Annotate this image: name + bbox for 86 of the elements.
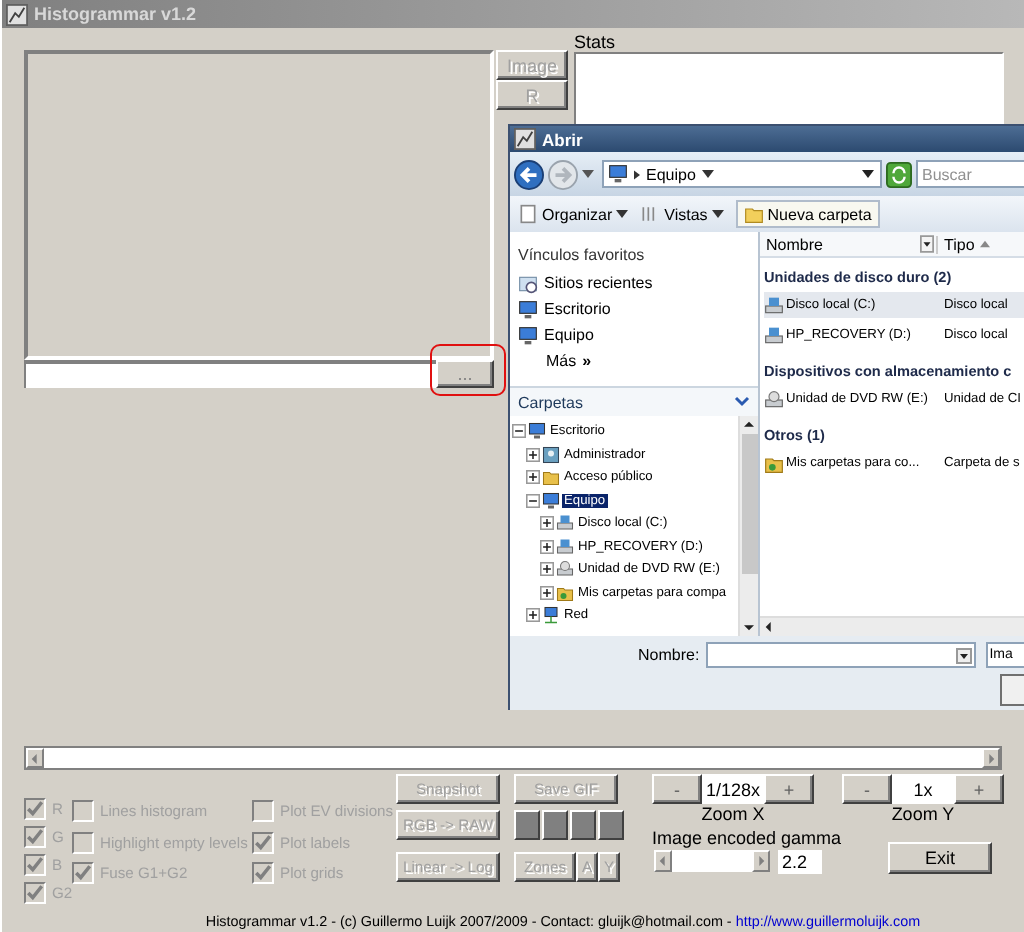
computer-icon bbox=[608, 164, 628, 184]
folder-icon bbox=[743, 204, 764, 224]
color-swatch[interactable] bbox=[514, 810, 540, 840]
new-folder-button[interactable]: Nueva carpeta bbox=[735, 200, 880, 228]
expander-icon[interactable] bbox=[526, 470, 540, 485]
dvd-drive-icon bbox=[764, 389, 784, 409]
favorites-heading: Vínculos favoritos bbox=[518, 244, 645, 268]
expander-icon[interactable] bbox=[526, 493, 540, 508]
dialog-button[interactable] bbox=[1000, 674, 1024, 706]
highlight-ring bbox=[430, 344, 506, 396]
scroll-up-icon[interactable] bbox=[744, 420, 754, 430]
favorite-link[interactable]: Equipo bbox=[544, 326, 594, 344]
zoom-in-button[interactable]: + bbox=[954, 774, 1004, 804]
user-folder-icon bbox=[542, 445, 560, 464]
horizontal-scrollbar[interactable] bbox=[24, 746, 1002, 770]
network-icon bbox=[542, 606, 560, 625]
caret-icon[interactable] bbox=[711, 210, 724, 218]
zoom-out-button[interactable]: - bbox=[652, 774, 702, 804]
column-header[interactable]: Tipo bbox=[936, 235, 975, 253]
drive-icon bbox=[764, 325, 784, 345]
color-swatch[interactable] bbox=[598, 810, 624, 840]
back-icon[interactable] bbox=[514, 159, 544, 189]
caret-icon[interactable] bbox=[616, 210, 629, 218]
gamma-scrollbar[interactable] bbox=[652, 848, 772, 874]
app-icon bbox=[6, 3, 28, 25]
caret-icon[interactable] bbox=[701, 170, 714, 178]
toolbar-menu[interactable]: Vistas bbox=[664, 205, 708, 223]
toolbar-menu[interactable]: Organizar bbox=[542, 205, 613, 223]
drive-icon bbox=[764, 295, 784, 315]
color-swatch[interactable] bbox=[570, 810, 596, 840]
breadcrumb[interactable]: Equipo bbox=[646, 165, 696, 183]
scroll-right-icon[interactable] bbox=[756, 856, 766, 866]
vertical-scrollbar[interactable] bbox=[738, 416, 758, 636]
zoom-in-button[interactable]: + bbox=[764, 774, 814, 804]
stats-label: Stats bbox=[574, 32, 616, 52]
sort-icon bbox=[980, 240, 991, 248]
scroll-right-icon[interactable] bbox=[986, 753, 996, 763]
expander-icon[interactable] bbox=[540, 516, 554, 531]
monitor-icon[interactable] bbox=[518, 299, 538, 319]
expander-icon[interactable] bbox=[526, 608, 540, 623]
file-path-field[interactable] bbox=[24, 360, 436, 388]
monitor-icon bbox=[542, 491, 560, 510]
expander-icon[interactable] bbox=[512, 424, 526, 439]
monitor-icon bbox=[528, 422, 546, 441]
zoom-value-field[interactable]: 1/128x bbox=[702, 774, 764, 804]
caret-icon[interactable] bbox=[920, 234, 934, 254]
refresh-icon[interactable] bbox=[886, 161, 912, 187]
drive-icon bbox=[556, 514, 574, 533]
window-title: Histogrammar v1.2 bbox=[34, 4, 197, 24]
dialog-title: Abrir bbox=[542, 129, 583, 149]
expander-icon[interactable] bbox=[540, 539, 554, 554]
column-header[interactable]: Nombre bbox=[760, 235, 920, 253]
checkmark-icon bbox=[74, 864, 92, 883]
shared-folder-icon bbox=[764, 453, 784, 473]
dvd-drive-icon bbox=[556, 560, 574, 579]
monitor-icon[interactable] bbox=[518, 325, 538, 345]
drive-icon bbox=[556, 537, 574, 556]
zoom-label: Zoom Y bbox=[891, 804, 955, 826]
folder-icon bbox=[542, 468, 560, 487]
expander-icon[interactable] bbox=[540, 585, 554, 600]
expander-icon[interactable] bbox=[540, 562, 554, 577]
scroll-down-icon[interactable] bbox=[744, 622, 754, 632]
expander-icon[interactable] bbox=[526, 447, 540, 462]
exit-button[interactable]: Exit bbox=[888, 842, 992, 874]
zoom-label: Zoom X bbox=[701, 804, 765, 826]
shared-folder-icon bbox=[556, 583, 574, 602]
file-name-label: Nombre: bbox=[638, 646, 700, 664]
folders-heading[interactable]: Carpetas bbox=[518, 393, 583, 411]
gamma-value-field[interactable]: 2.2 bbox=[778, 849, 822, 873]
more-link[interactable]: Más » bbox=[518, 348, 592, 374]
color-swatch[interactable] bbox=[542, 810, 568, 840]
zoom-out-button[interactable]: - bbox=[842, 774, 892, 804]
zoom-value-field[interactable]: 1x bbox=[892, 774, 954, 804]
caret-icon[interactable] bbox=[862, 170, 874, 178]
chevron-icon[interactable] bbox=[734, 396, 750, 408]
dropdown-icon[interactable] bbox=[955, 647, 972, 663]
app-icon bbox=[514, 128, 536, 150]
scroll-left-icon[interactable] bbox=[764, 622, 774, 632]
gamma-label: Image encoded gamma bbox=[652, 828, 842, 848]
chevron-icon[interactable] bbox=[634, 169, 640, 179]
recent-places-icon[interactable] bbox=[518, 273, 538, 293]
page-icon[interactable] bbox=[518, 204, 538, 224]
favorite-link[interactable]: Sitios recientes bbox=[544, 274, 653, 292]
file-name-field[interactable] bbox=[705, 642, 976, 668]
favorite-link[interactable]: Escritorio bbox=[544, 300, 611, 318]
address-bar[interactable]: Equipo bbox=[602, 160, 882, 188]
